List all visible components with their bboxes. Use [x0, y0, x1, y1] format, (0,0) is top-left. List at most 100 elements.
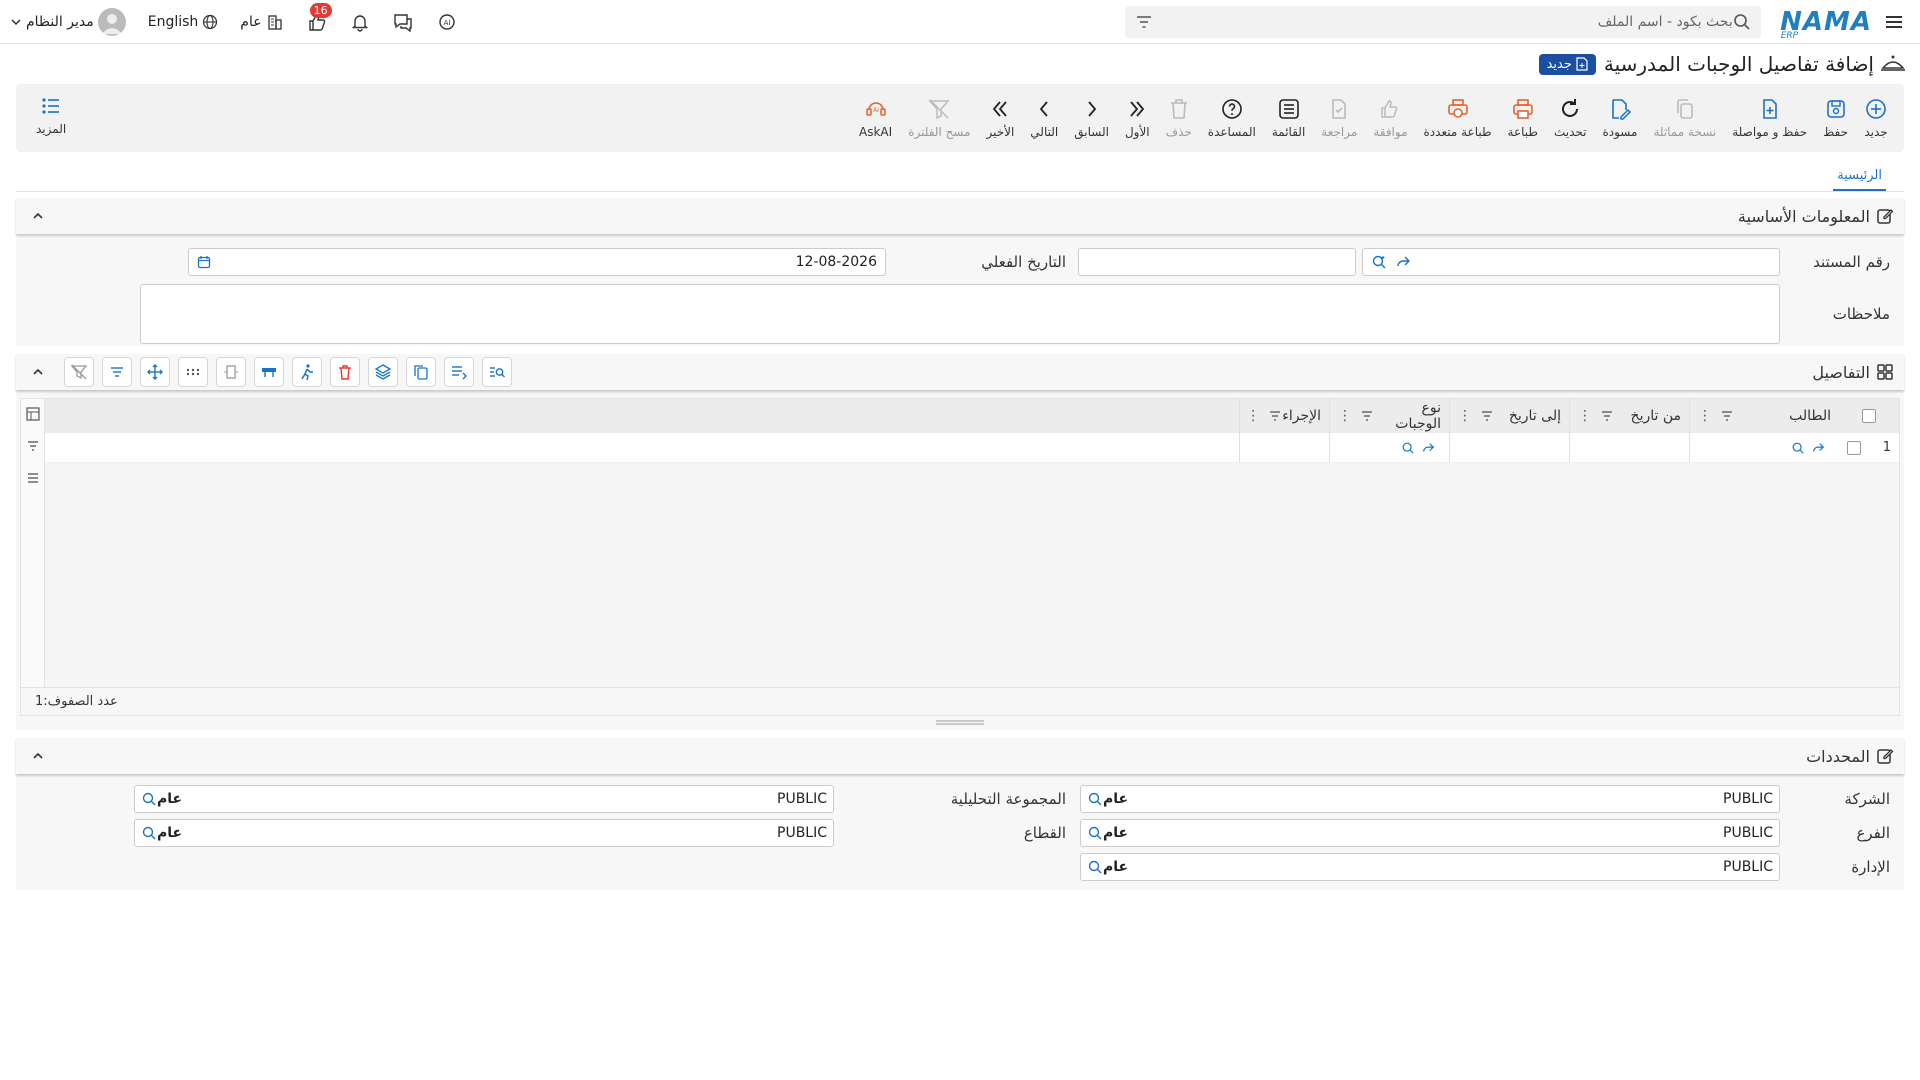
global-search[interactable] — [1124, 5, 1761, 38]
company-lookup[interactable]: PUBLIC عام — [1080, 785, 1780, 813]
grid-copy-row-button[interactable] — [406, 357, 436, 387]
column-filter-icon[interactable] — [1600, 409, 1614, 423]
column-menu-icon[interactable]: ⋮ — [1338, 408, 1352, 424]
sector-lookup[interactable]: PUBLIC عام — [134, 819, 834, 847]
column-menu-icon[interactable]: ⋮ — [1698, 408, 1712, 424]
user-menu[interactable]: مدير النظام — [10, 8, 126, 36]
calendar-icon[interactable] — [197, 255, 211, 269]
column-menu-icon[interactable]: ⋮ — [1246, 408, 1260, 424]
department-lookup[interactable]: PUBLIC عام — [1080, 853, 1780, 881]
collapse-details-button[interactable] — [26, 360, 50, 384]
print-button[interactable]: طباعة — [1500, 97, 1546, 139]
analytic-group-lookup[interactable]: PUBLIC عام — [134, 785, 834, 813]
grid-fit-columns-button[interactable] — [216, 357, 246, 387]
columns-icon[interactable] — [25, 407, 40, 421]
actual-date-field[interactable]: 12-08-2026 — [188, 248, 886, 276]
column-student[interactable]: الطالب ⋮ — [1689, 399, 1839, 433]
lookup-search-icon[interactable] — [1087, 859, 1103, 875]
grid-layers-button[interactable] — [368, 357, 398, 387]
grid-group-button[interactable] — [254, 357, 284, 387]
cell-student[interactable] — [1689, 433, 1839, 462]
cell-to-date[interactable] — [1449, 433, 1569, 462]
resize-handle[interactable] — [16, 716, 1904, 730]
column-to-date[interactable]: إلى تاريخ ⋮ — [1449, 399, 1569, 433]
save-button[interactable]: حفظ — [1815, 97, 1856, 139]
more-button[interactable]: المزيد — [28, 94, 74, 136]
ai-assistant-button[interactable]: AI — [436, 11, 458, 33]
grid-search-button[interactable] — [482, 357, 512, 387]
select-all-checkbox[interactable] — [1862, 409, 1876, 423]
branch-switch[interactable]: عام — [240, 13, 283, 31]
share-icon[interactable] — [1811, 441, 1825, 455]
column-menu-icon[interactable]: ⋮ — [1578, 408, 1592, 424]
grid-clear-filter-button[interactable] — [64, 357, 94, 387]
column-menu-icon[interactable]: ⋮ — [1458, 408, 1472, 424]
approvals-button[interactable]: 16 — [306, 3, 332, 33]
filter-lines-icon[interactable] — [26, 439, 40, 453]
notes-textarea[interactable] — [140, 284, 1780, 344]
menu-icon[interactable] — [26, 471, 40, 485]
print-button-label: طباعة — [1507, 125, 1538, 139]
grid-insert-row-button[interactable] — [444, 357, 474, 387]
column-from-date[interactable]: من تاريخ ⋮ — [1569, 399, 1689, 433]
language-switch[interactable]: English — [148, 14, 219, 30]
clear-filter-button[interactable]: مسح الفلترة — [900, 97, 978, 139]
lookup-search-icon[interactable] — [1371, 254, 1387, 270]
lookup-search-icon[interactable] — [141, 791, 157, 807]
first-button[interactable]: الأول — [1117, 97, 1158, 139]
list-button[interactable]: القائمة — [1264, 97, 1313, 139]
hamburger-menu-icon[interactable] — [1880, 8, 1908, 36]
column-filter-icon[interactable] — [1268, 409, 1282, 423]
search-input[interactable] — [1152, 13, 1733, 30]
cell-meal-type[interactable] — [1329, 433, 1449, 462]
lookup-search-icon[interactable] — [1087, 791, 1103, 807]
lookup-search-icon[interactable] — [141, 825, 157, 841]
messages-button[interactable] — [392, 11, 414, 33]
refresh-button[interactable]: تحديث — [1546, 97, 1595, 139]
column-meal-type[interactable]: نوع الوجبات ⋮ — [1329, 399, 1449, 433]
collapse-basic-info-button[interactable] — [26, 204, 50, 228]
column-to-date-label: إلى تاريخ — [1508, 408, 1561, 424]
row-checkbox[interactable] — [1847, 440, 1861, 455]
filter-icon[interactable] — [1135, 13, 1153, 31]
column-filter-icon[interactable] — [1480, 409, 1494, 423]
new-button[interactable]: جديد — [1856, 97, 1896, 139]
copy-button[interactable]: نسخة مماثلة — [1645, 97, 1724, 139]
cell-action[interactable] — [1239, 433, 1329, 462]
branch-lookup[interactable]: PUBLIC عام — [1080, 819, 1780, 847]
tab-main[interactable]: الرئيسية — [1833, 162, 1886, 191]
share-icon[interactable] — [1395, 254, 1411, 270]
column-filter-icon[interactable] — [1720, 409, 1734, 423]
grid-run-button[interactable] — [292, 357, 322, 387]
doc-number-field[interactable] — [1362, 248, 1780, 276]
delete-button[interactable]: حذف — [1158, 97, 1200, 139]
grid-delete-row-button[interactable] — [330, 357, 360, 387]
grid-dots-button[interactable] — [178, 357, 208, 387]
grid-filter-button[interactable] — [102, 357, 132, 387]
column-action[interactable]: الإجراء ⋮ — [1239, 399, 1329, 433]
logo[interactable]: NAMA ERP — [1780, 7, 1872, 41]
table-row[interactable]: 1 — [45, 433, 1899, 463]
askai-button[interactable]: AI AskAI — [851, 97, 900, 139]
last-button[interactable]: الأخير — [978, 97, 1022, 139]
previous-button[interactable]: السابق — [1066, 97, 1117, 139]
column-filter-icon[interactable] — [1360, 409, 1374, 423]
grid-move-button[interactable] — [140, 357, 170, 387]
cell-from-date[interactable] — [1569, 433, 1689, 462]
approve-button[interactable]: موافقة — [1365, 97, 1415, 139]
lookup-search-icon[interactable] — [1401, 441, 1415, 455]
draft-button[interactable]: مسودة — [1594, 97, 1645, 139]
printer-icon — [1512, 99, 1533, 119]
lookup-search-icon[interactable] — [1087, 825, 1103, 841]
next-button[interactable]: التالي — [1022, 97, 1066, 139]
doc-number-secondary-field[interactable] — [1078, 248, 1356, 276]
notifications-button[interactable] — [350, 12, 370, 32]
multi-print-button[interactable]: طباعة متعددة — [1416, 97, 1500, 139]
collapse-determinants-button[interactable] — [26, 744, 50, 768]
notification-badge: 16 — [309, 3, 332, 18]
share-icon[interactable] — [1421, 441, 1435, 455]
save-continue-button[interactable]: حفظ و مواصلة — [1724, 97, 1815, 139]
lookup-search-icon[interactable] — [1791, 441, 1805, 455]
review-button[interactable]: مراجعة — [1313, 97, 1365, 139]
help-button[interactable]: المساعدة — [1200, 97, 1264, 139]
